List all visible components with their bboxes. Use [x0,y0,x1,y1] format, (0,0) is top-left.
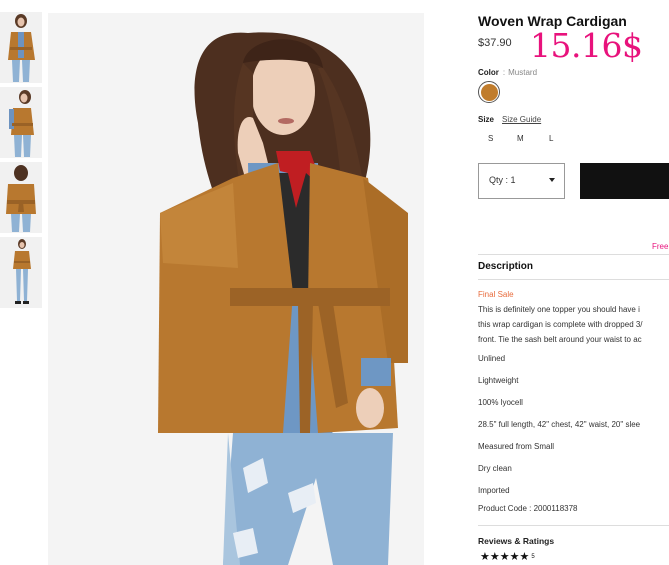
chevron-down-icon [549,178,555,182]
color-swatch-mustard[interactable] [478,81,500,103]
description-line: this wrap cardigan is complete with drop… [478,320,643,329]
detail-item: Dry clean [478,464,512,473]
detail-item: Unlined [478,354,506,363]
star-rating[interactable]: ★★★★★ 5 [480,550,535,563]
thumbnail-side[interactable] [0,87,42,158]
size-option-s[interactable]: S [488,134,493,143]
size-option-l[interactable]: L [549,134,553,143]
detail-item: 100% lyocell [478,398,523,407]
sale-price-overlay: 15.16$ [530,26,643,65]
detail-item: 28.5" full length, 42" chest, 42" waist,… [478,420,641,429]
product-code: Product Code : 2000118378 [478,504,578,513]
description-heading[interactable]: Description [478,261,533,272]
thumbnail-front[interactable] [0,12,42,83]
quantity-value: Qty : 1 [489,175,516,185]
detail-item: Measured from Small [478,442,555,451]
thumbnail-back[interactable] [0,162,42,233]
quantity-select[interactable]: Qty : 1 [478,163,565,199]
size-row: Size Size Guide [478,115,541,124]
detail-item: Lightweight [478,376,519,385]
detail-item: Imported [478,486,510,495]
reviews-heading[interactable]: Reviews & Ratings [478,536,554,546]
add-to-bag-button[interactable] [580,163,669,199]
review-count: 5 [531,554,535,561]
color-separator: : [502,68,506,77]
color-value: Mustard [508,68,538,77]
divider [478,525,669,526]
product-price: $37.90 [478,37,512,49]
divider [478,279,669,280]
star-icons: ★★★★★ [480,551,530,563]
final-sale-label: Final Sale [478,290,514,299]
divider [478,254,669,255]
size-guide-link[interactable]: Size Guide [502,115,541,124]
size-option-m[interactable]: M [517,134,524,143]
color-label: Color [478,68,499,77]
size-label: Size [478,115,495,124]
description-line: front. Tie the sash belt around your wai… [478,335,642,344]
main-product-image[interactable] [48,13,424,565]
free-shipping-text: Free [652,242,669,251]
product-info-panel: Woven Wrap Cardigan $37.90 15.16$ Color:… [478,0,669,565]
description-line: This is definitely one topper you should… [478,305,640,314]
color-row: Color: Mustard [478,68,537,77]
swatch-fill [480,83,498,101]
thumbnail-full[interactable] [0,237,42,308]
